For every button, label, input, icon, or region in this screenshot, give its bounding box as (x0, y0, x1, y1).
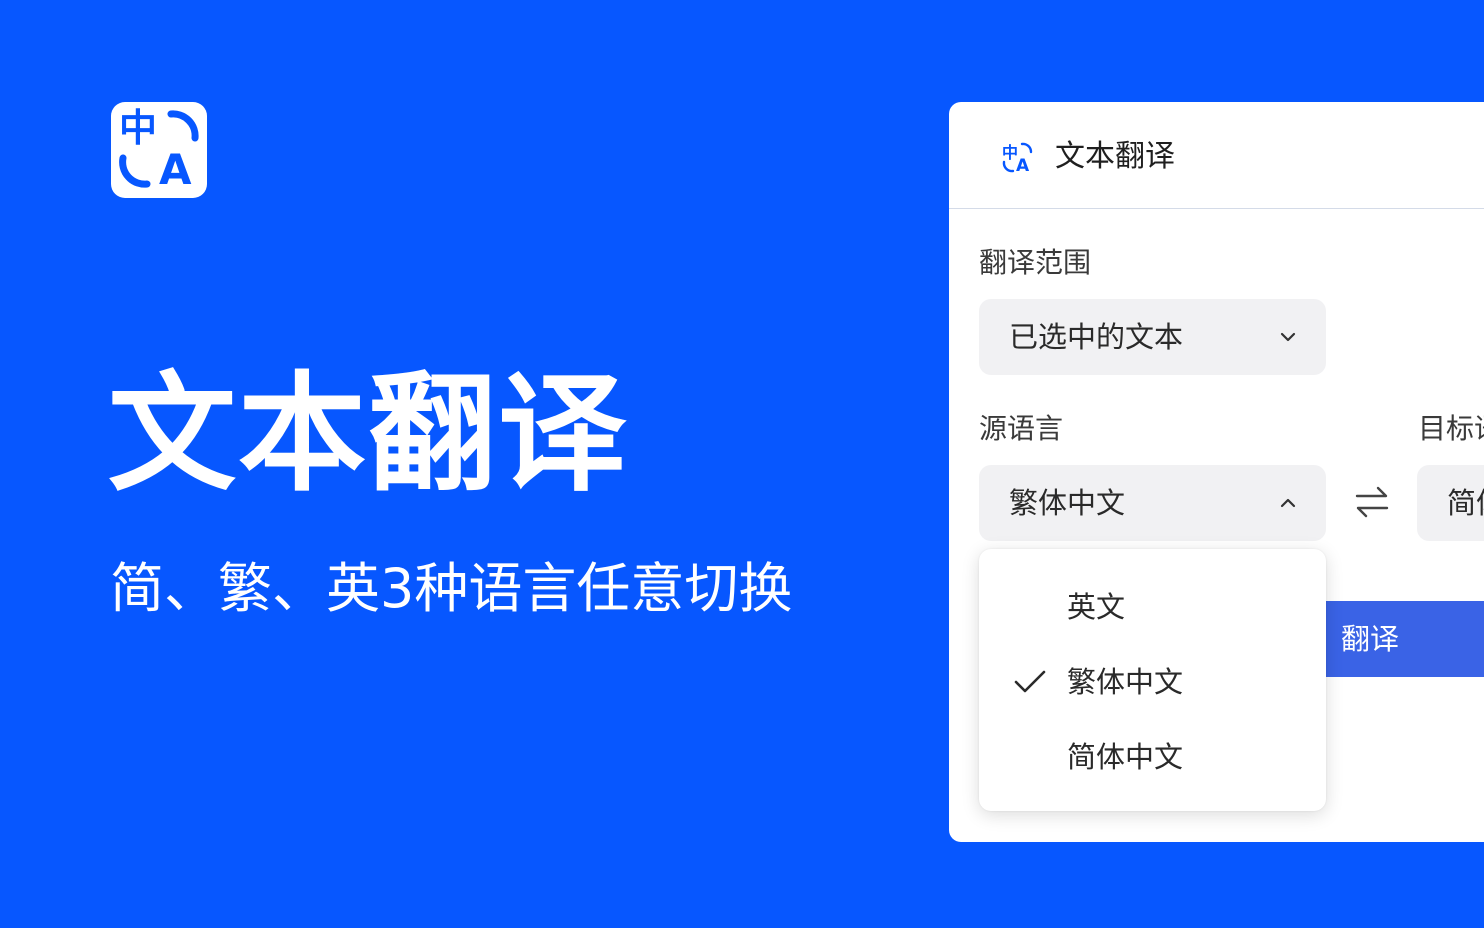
app-logo: 中 A (111, 102, 207, 198)
source-language-value: 繁体中文 (1009, 486, 1126, 520)
option-label: 繁体中文 (1067, 665, 1184, 699)
translate-button-label: 翻译 (1341, 622, 1400, 656)
swap-icon[interactable] (1353, 484, 1391, 520)
check-icon (1014, 670, 1046, 693)
chevron-down-icon (1280, 332, 1296, 342)
target-language-value: 简体中文 (1447, 486, 1484, 520)
dropdown-option-simplified-chinese[interactable]: 简体中文 (979, 722, 1326, 792)
source-language-select[interactable]: 繁体中文 (979, 465, 1326, 541)
panel-header: 中 A 文本翻译 (949, 102, 1484, 209)
dropdown-option-traditional-chinese[interactable]: 繁体中文 (979, 647, 1326, 717)
dropdown-option-english[interactable]: 英文 (979, 572, 1326, 642)
source-language-label: 源语言 (979, 412, 1064, 445)
hero-subtitle: 简、繁、英3种语言任意切换 (110, 557, 793, 620)
translate-panel: 中 A 文本翻译 翻译范围 已选中的文本 源语言 繁体中文 目标语言 简体中文 … (949, 102, 1484, 842)
translate-icon: 中 A (1002, 142, 1033, 174)
chevron-up-icon (1280, 498, 1296, 508)
source-language-dropdown: 英文 繁体中文 简体中文 (979, 549, 1326, 811)
range-label: 翻译范围 (979, 246, 1092, 279)
range-select[interactable]: 已选中的文本 (979, 299, 1326, 375)
hero-title: 文本翻译 (108, 360, 629, 509)
target-language-select[interactable]: 简体中文 (1417, 465, 1484, 541)
option-label: 简体中文 (1067, 740, 1184, 774)
panel-icon-en: A (1016, 156, 1030, 174)
target-language-label: 目标语言 (1418, 412, 1484, 445)
panel-title: 文本翻译 (1055, 139, 1175, 174)
translate-icon (119, 110, 199, 188)
range-select-value: 已选中的文本 (1009, 320, 1184, 354)
option-label: 英文 (1067, 590, 1126, 624)
